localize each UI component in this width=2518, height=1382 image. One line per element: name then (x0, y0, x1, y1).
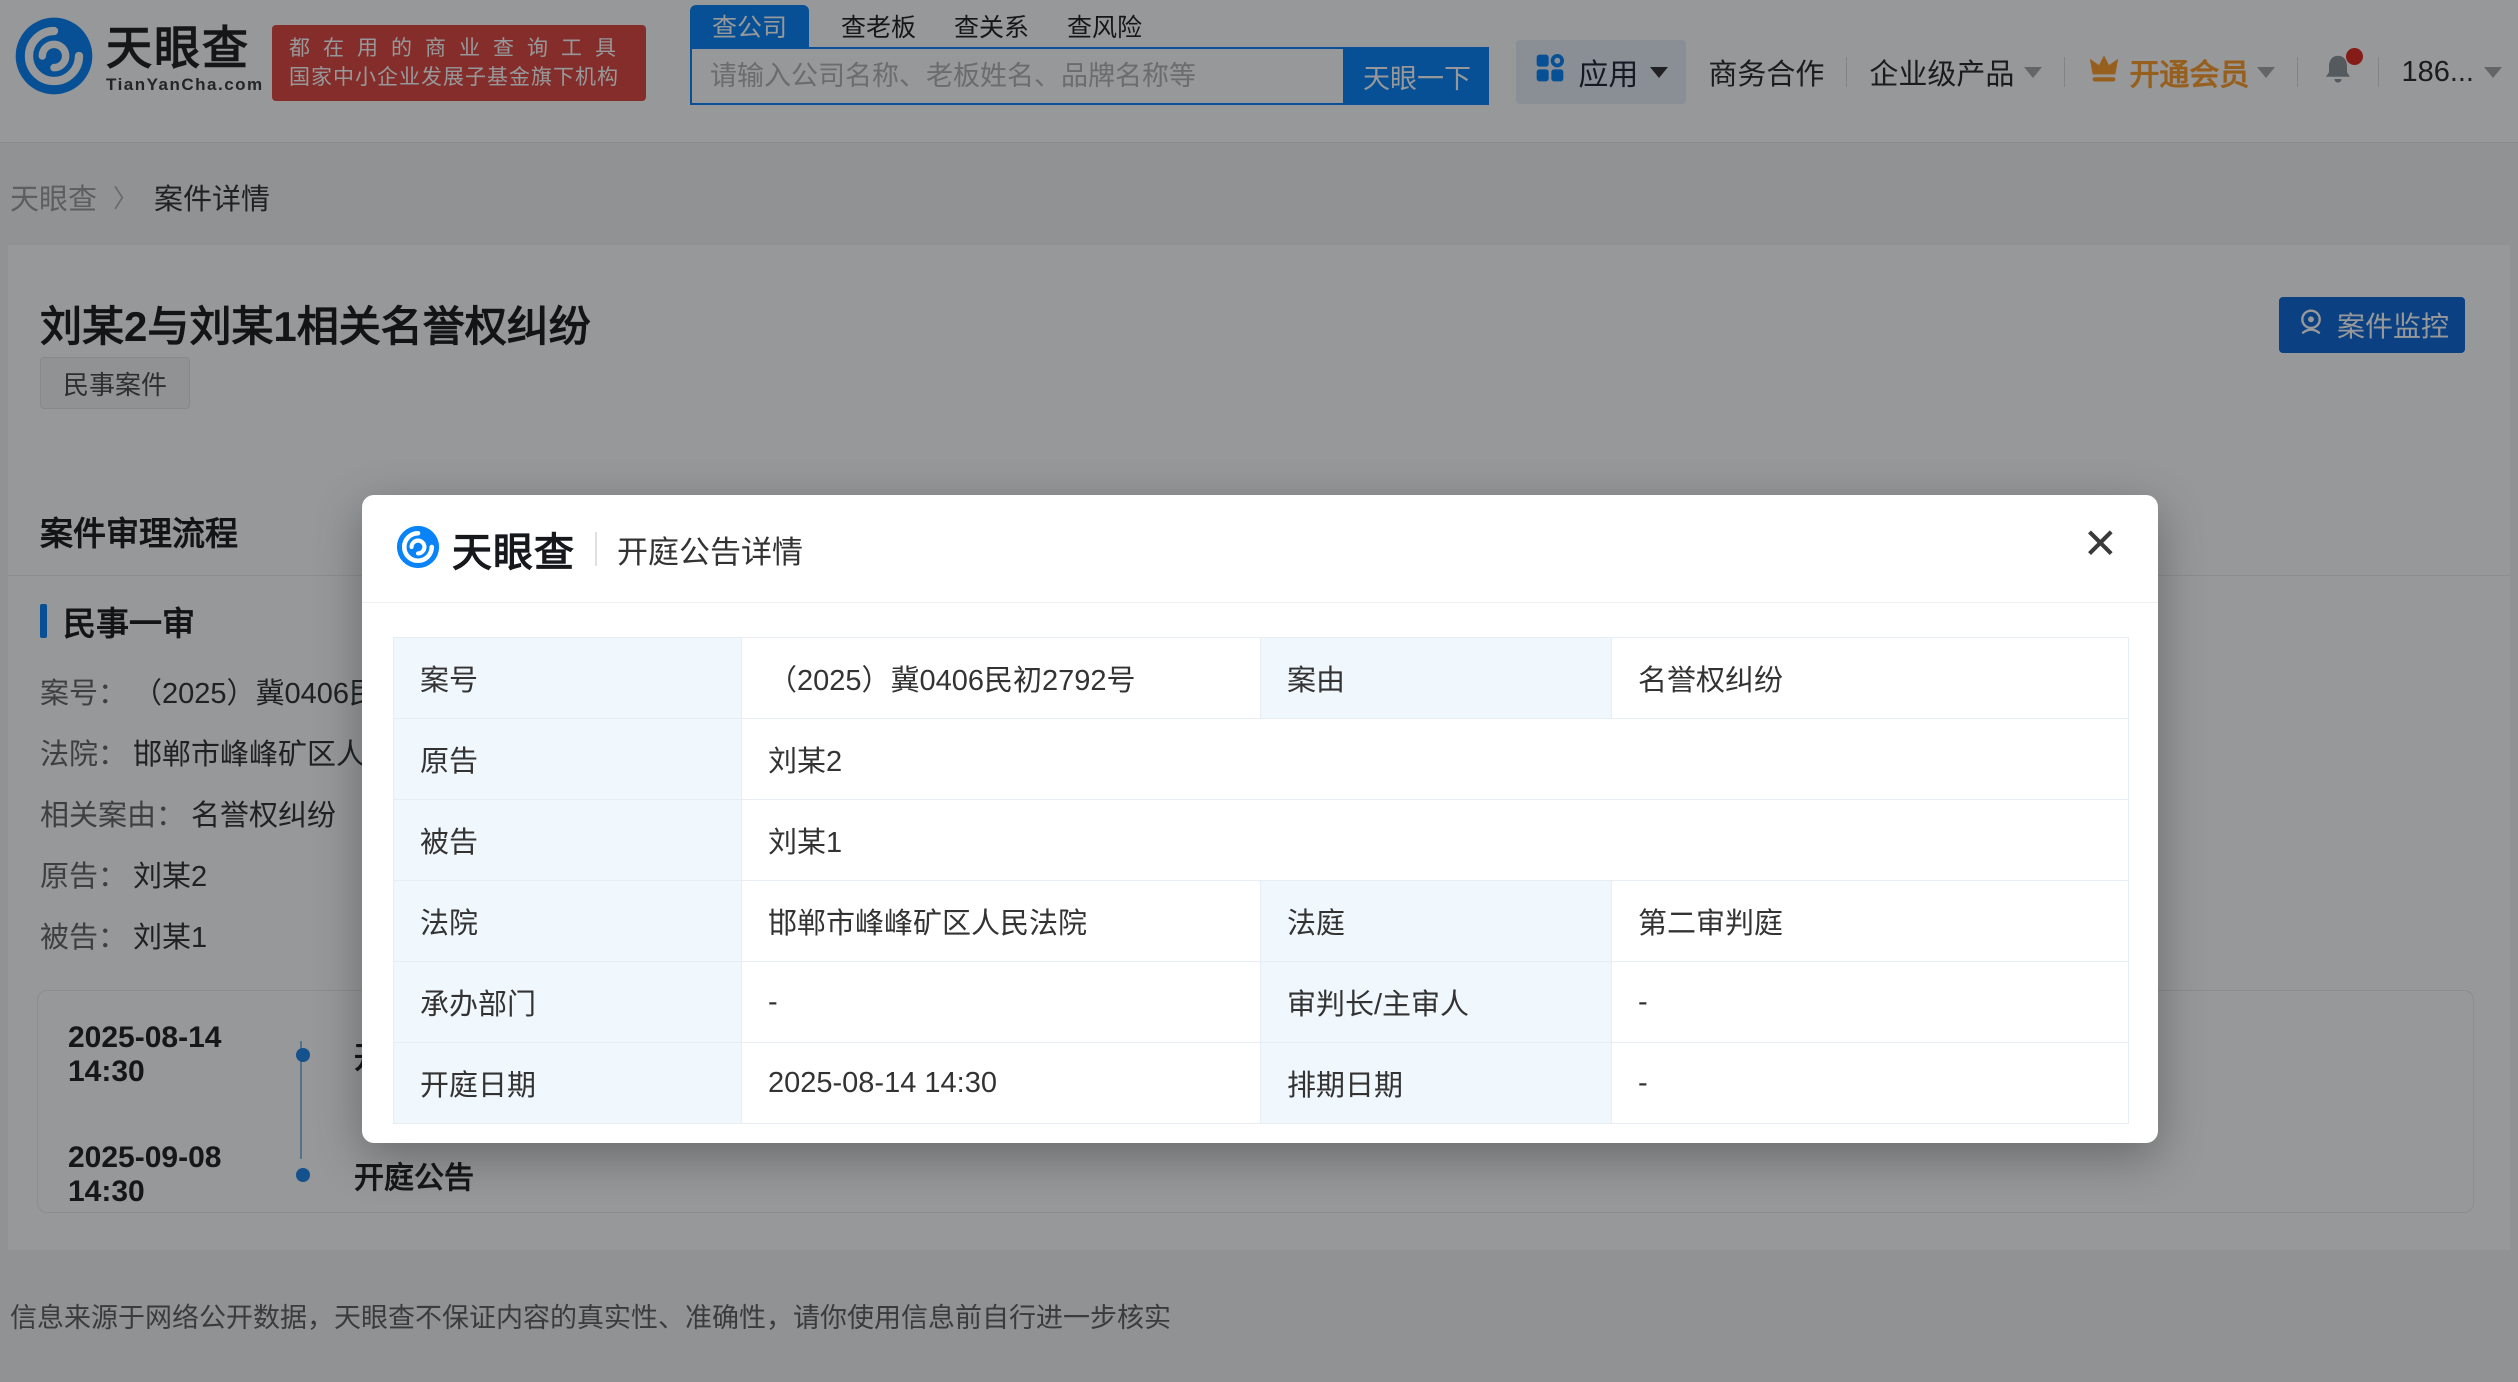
table-value: - (1612, 962, 2129, 1043)
table-value: - (742, 962, 1261, 1043)
table-value: - (1612, 1043, 2129, 1124)
table-label: 排期日期 (1261, 1043, 1612, 1124)
modal-title-divider (595, 532, 597, 566)
hearing-announcement-modal: 天眼查 开庭公告详情 ✕ 案号 （2025）冀0406民初2792号 案由 名誉… (362, 495, 2158, 1143)
table-value: 2025-08-14 14:30 (742, 1043, 1261, 1124)
modal-title: 开庭公告详情 (617, 527, 803, 572)
table-value: 第二审判庭 (1612, 881, 2129, 962)
table-label: 被告 (394, 800, 742, 881)
table-value: 刘某2 (742, 719, 2129, 800)
table-label: 承办部门 (394, 962, 742, 1043)
table-value: 名誉权纠纷 (1612, 638, 2129, 719)
tianyancha-logo-icon (396, 525, 440, 574)
table-label: 审判长/主审人 (1261, 962, 1612, 1043)
table-value: 邯郸市峰峰矿区人民法院 (742, 881, 1261, 962)
table-label: 法庭 (1261, 881, 1612, 962)
modal-header: 天眼查 开庭公告详情 ✕ (362, 495, 2158, 603)
table-label: 法院 (394, 881, 742, 962)
modal-brand-name: 天眼查 (452, 520, 575, 578)
table-label: 原告 (394, 719, 742, 800)
hearing-detail-table: 案号 （2025）冀0406民初2792号 案由 名誉权纠纷 原告 刘某2 被告… (393, 637, 2129, 1124)
table-label: 案由 (1261, 638, 1612, 719)
close-icon[interactable]: ✕ (2083, 523, 2118, 565)
table-value: （2025）冀0406民初2792号 (742, 638, 1261, 719)
table-label: 开庭日期 (394, 1043, 742, 1124)
table-value: 刘某1 (742, 800, 2129, 881)
table-label: 案号 (394, 638, 742, 719)
